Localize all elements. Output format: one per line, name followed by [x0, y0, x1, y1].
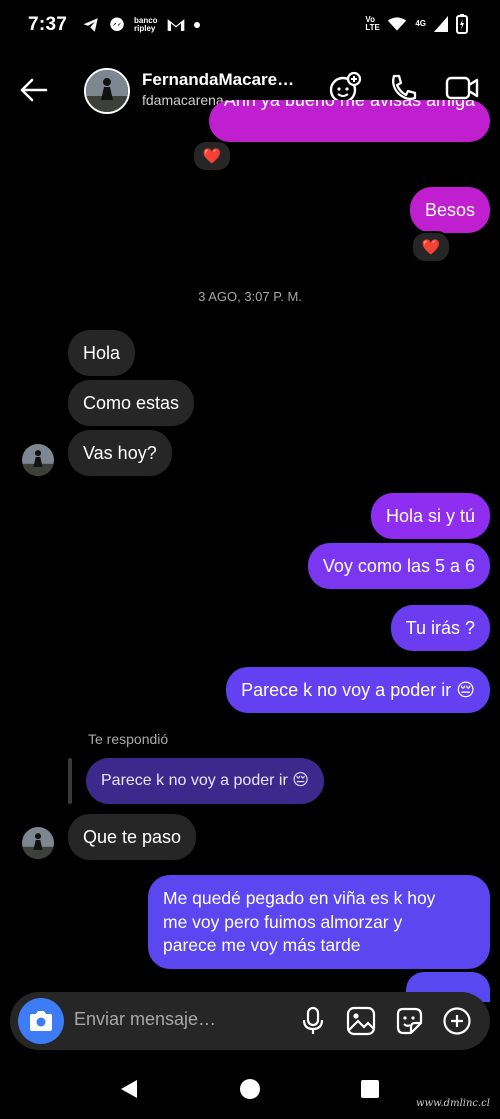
- avatar-image: [22, 444, 54, 476]
- sticker-icon: [396, 1007, 423, 1035]
- circle-home-icon: [240, 1079, 260, 1099]
- message-text: Parece k no voy a poder ir 😔: [241, 680, 475, 700]
- camera-button[interactable]: [18, 998, 64, 1044]
- contact-username[interactable]: fdamacarena: [142, 92, 224, 108]
- contact-name[interactable]: FernandaMacare…: [142, 70, 294, 90]
- message-outgoing[interactable]: Tu irás ?: [390, 605, 490, 651]
- sticker-button[interactable]: [394, 1006, 424, 1036]
- battery-icon: [456, 14, 468, 34]
- gallery-button[interactable]: [346, 1006, 376, 1036]
- sender-avatar[interactable]: [22, 827, 54, 859]
- message-outgoing[interactable]: Besos: [409, 187, 490, 233]
- dot-icon: [194, 22, 200, 28]
- avatar-image: [86, 70, 128, 112]
- message-text: Hola si y tú: [385, 506, 475, 526]
- message-text-line: parece me voy más tarde: [163, 935, 361, 955]
- message-outgoing[interactable]: Voy como las 5 a 6: [307, 543, 490, 589]
- message-text: Besos: [424, 200, 475, 220]
- contact-avatar[interactable]: [84, 68, 130, 114]
- message-text: Como estas: [83, 393, 180, 413]
- message-incoming[interactable]: Vas hoy?: [68, 430, 172, 476]
- triangle-back-icon: [121, 1080, 137, 1098]
- microphone-icon: [302, 1006, 324, 1034]
- watermark: www.dmlinc.cl: [416, 1098, 490, 1109]
- nav-home-button[interactable]: [235, 1074, 265, 1104]
- square-recents-icon: [361, 1080, 379, 1098]
- back-button[interactable]: [16, 72, 52, 108]
- message-text: Tu irás ?: [405, 618, 475, 638]
- camera-icon: [30, 1011, 52, 1031]
- sender-avatar[interactable]: [22, 444, 54, 476]
- message-text: Voy como las 5 a 6: [322, 556, 475, 576]
- gmail-icon: [167, 19, 185, 31]
- message-text-line: me voy pero fuimos almorzar y: [163, 911, 403, 932]
- nav-back-button[interactable]: [114, 1074, 144, 1104]
- arrow-left-icon: [20, 78, 48, 102]
- message-text: Que te paso: [83, 827, 182, 847]
- message-text-line: Me quedé pegado en viña es k hoy: [163, 888, 436, 908]
- avatar-image: [22, 827, 54, 859]
- date-separator: 3 AGO, 3:07 P. M.: [198, 289, 302, 304]
- reply-label: Te respondió: [88, 731, 169, 747]
- nav-recents-button[interactable]: [355, 1074, 385, 1104]
- reaction-badge[interactable]: ❤️: [411, 231, 451, 263]
- wifi-icon: [388, 17, 407, 31]
- reaction-badge[interactable]: ❤️: [192, 140, 232, 172]
- image-icon: [346, 1006, 376, 1036]
- message-input[interactable]: Enviar mensaje…: [74, 1009, 216, 1030]
- message-outgoing[interactable]: Ahh ya bueno me avisas amiga: [208, 100, 490, 142]
- message-outgoing[interactable]: Parece k no voy a poder ir 😔: [226, 667, 490, 713]
- system-status: Vo LTE 4G: [365, 14, 468, 34]
- quoted-message[interactable]: Parece k no voy a poder ir 😔: [86, 758, 324, 804]
- message-text: Vas hoy?: [83, 443, 157, 463]
- message-text: Hola: [83, 343, 121, 363]
- telegram-icon: [83, 18, 98, 32]
- message-outgoing[interactable]: Hola si y tú: [370, 493, 490, 539]
- more-options-button[interactable]: [442, 1006, 472, 1036]
- message-incoming[interactable]: Hola: [68, 330, 136, 376]
- notification-icons: banco ripley: [82, 16, 200, 34]
- status-time: 7:37: [28, 14, 68, 35]
- reply-indicator: [68, 758, 72, 804]
- voice-message-button[interactable]: [298, 1006, 328, 1036]
- message-text: Ahh ya bueno me avisas amiga: [223, 100, 475, 110]
- signal-icon: [434, 16, 448, 32]
- plus-circle-icon: [443, 1007, 471, 1035]
- message-outgoing[interactable]: Me quedé pegado en viña es k hoy me voy …: [148, 875, 490, 969]
- messenger-icon: [110, 17, 124, 31]
- message-incoming[interactable]: Que te paso: [68, 814, 197, 860]
- message-incoming[interactable]: Como estas: [68, 380, 195, 426]
- network-type: 4G: [415, 19, 426, 28]
- banco-ripley-icon: banco ripley: [134, 16, 158, 33]
- volte-indicator: Vo LTE: [365, 15, 380, 32]
